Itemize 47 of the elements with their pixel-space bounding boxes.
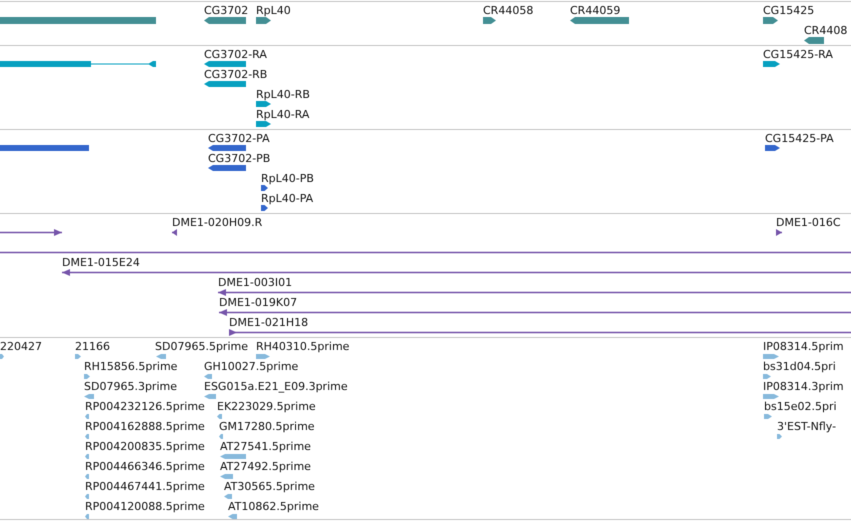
feature-label: AT27492.5prime	[220, 460, 311, 473]
feature-label: IP08314.5prim	[763, 340, 844, 353]
feature-label: RP004232126.5prime	[85, 400, 205, 413]
feature-label: CG15425-PA	[765, 132, 834, 145]
feature-label: CG3702	[204, 4, 248, 17]
feature-label: IP08314.3prim	[763, 380, 844, 393]
feature-label: AT27541.5prime	[220, 440, 311, 453]
feature-label: RP004120088.5prime	[85, 500, 205, 513]
feature-label: CG3702-RA	[204, 48, 267, 61]
feature-label: RpL40	[256, 4, 291, 17]
feature-label: DME1-020H09.R	[172, 216, 262, 229]
feature-label: DME1-021H18	[229, 316, 308, 329]
feature-label: bs31d04.5pri	[763, 360, 836, 373]
feature-label: AT10862.5prime	[228, 500, 319, 513]
feature-label: RP004466346.5prime	[85, 460, 205, 473]
feature-label: RpL40-PB	[261, 172, 314, 185]
feature-label: 220427	[0, 340, 42, 353]
feature-label: CG3702-PB	[208, 152, 270, 165]
feature-label: RpL40-RB	[256, 88, 310, 101]
feature-label: 3'EST-Nfly-	[777, 420, 836, 433]
feature-label: DME1-015E24	[62, 256, 140, 269]
feature-label: CG3702-PA	[208, 132, 270, 145]
feature-label: RpL40-PA	[261, 192, 314, 205]
feature-label: RH40310.5prime	[256, 340, 350, 353]
feature-label: AT30565.5prime	[224, 480, 315, 493]
feature-label: CR44058	[483, 4, 534, 17]
feature-label: SD07965.5prime	[155, 340, 248, 353]
feature-label: CG15425-RA	[763, 48, 833, 61]
feature-label: DME1-003I01	[218, 276, 292, 289]
feature-label: RP004200835.5prime	[85, 440, 205, 453]
feature-label: DME1-016C	[776, 216, 841, 229]
feature-label: GM17280.5prime	[219, 420, 315, 433]
feature-label: RP004467441.5prime	[85, 480, 205, 493]
feature-label: CR4408	[804, 24, 848, 37]
feature-label: SD07965.3prime	[84, 380, 177, 393]
feature-label: bs15e02.5pri	[764, 400, 837, 413]
feature-label: RH15856.5prime	[84, 360, 178, 373]
feature-label: DME1-019K07	[219, 296, 298, 309]
feature-label: CG15425	[763, 4, 814, 17]
feature-label: GH10027.5prime	[204, 360, 298, 373]
feature-label: CG3702-RB	[204, 68, 268, 81]
feature-label: CR44059	[570, 4, 620, 17]
feature-label: ESG015a.E21_E09.3prime	[204, 380, 348, 393]
feature-label: RP004162888.5prime	[85, 420, 205, 433]
feature-label: EK223029.5prime	[217, 400, 316, 413]
feature-label: RpL40-RA	[256, 108, 310, 121]
feature-label: 21166	[75, 340, 110, 353]
